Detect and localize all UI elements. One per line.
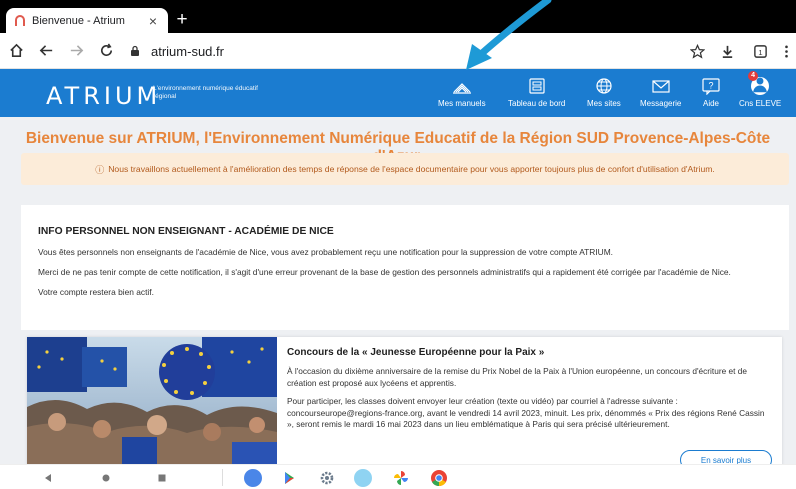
browser-menu-button[interactable] — [772, 37, 796, 65]
tab-count-icon: 1 — [753, 44, 767, 58]
android-back-button[interactable] — [40, 470, 56, 486]
news-card: Concours de la « Jeunesse Européenne pou… — [27, 337, 782, 464]
home-button[interactable] — [2, 37, 30, 65]
info-card: INFO PERSONNEL NON ENSEIGNANT - ACADÉMIE… — [21, 205, 789, 330]
atrium-logo[interactable]: ATRIUM — [46, 82, 161, 110]
address-bar[interactable]: atrium-sud.fr — [129, 39, 667, 63]
nav-label: Cns ELEVE — [739, 99, 782, 108]
tab-close-icon[interactable]: × — [146, 13, 160, 29]
android-nav-bar — [0, 464, 796, 489]
books-icon — [452, 83, 471, 94]
new-tab-button[interactable]: + — [172, 10, 192, 30]
site-header: ATRIUM L'environnement numérique éducati… — [0, 69, 796, 117]
info-paragraph: Merci de ne pas tenir compte de cette no… — [38, 267, 731, 277]
more-vert-icon — [784, 45, 788, 57]
logo-tagline: L'environnement numérique éducatif régio… — [153, 85, 258, 100]
settings-icon[interactable] — [318, 469, 336, 487]
nav-label: Mes manuels — [438, 99, 486, 108]
photos-app-icon[interactable] — [392, 469, 410, 487]
mail-icon — [652, 80, 670, 93]
read-more-label: En savoir plus — [700, 455, 752, 465]
back-triangle-icon — [45, 474, 51, 482]
pronote-app-icon[interactable] — [354, 469, 372, 487]
notice-text: Nous travaillons actuellement à l'amélio… — [108, 164, 715, 174]
play-store-icon[interactable] — [280, 469, 298, 487]
nav-messagerie[interactable]: Messagerie — [640, 77, 681, 113]
browser-tab[interactable]: Bienvenue - Atrium × — [6, 8, 168, 33]
news-body: Concours de la « Jeunesse Européenne pou… — [287, 347, 772, 438]
help-icon: ? — [702, 78, 720, 95]
tab-title: Bienvenue - Atrium — [32, 14, 125, 27]
page-content: Bienvenue sur ATRIUM, l'Environnement Nu… — [0, 117, 796, 464]
download-button[interactable] — [713, 37, 741, 65]
android-recents-button[interactable] — [154, 470, 170, 486]
nav-label: Aide — [702, 99, 719, 108]
read-more-button[interactable]: En savoir plus — [680, 450, 772, 464]
dashboard-icon — [529, 78, 545, 94]
nav-mes-sites[interactable]: Mes sites — [587, 77, 621, 113]
nav-mes-manuels[interactable]: Mes manuels — [438, 77, 486, 113]
atrium-favicon-icon — [15, 14, 25, 26]
news-title[interactable]: Concours de la « Jeunesse Européenne pou… — [287, 347, 772, 358]
avatar: 4 — [748, 71, 770, 95]
home-circle-icon — [102, 474, 110, 482]
android-home-button[interactable] — [98, 470, 114, 486]
url-text: atrium-sud.fr — [151, 43, 224, 59]
news-paragraph: À l'occasion du dixième anniversaire de … — [287, 366, 747, 388]
chrome-icon[interactable] — [430, 469, 448, 487]
reload-icon — [100, 43, 112, 57]
europe-crowd-image — [27, 337, 277, 464]
recents-square-icon — [158, 474, 166, 482]
nav-aide[interactable]: ? Aide — [701, 77, 721, 113]
nav-tableau-de-bord[interactable]: Tableau de bord — [508, 77, 565, 113]
info-paragraph: Vous êtes personnels non enseignants de … — [38, 247, 613, 257]
home-icon — [9, 43, 23, 57]
forward-arrow-icon — [70, 45, 83, 56]
nav-user-account[interactable]: 4 Cns ELEVE — [739, 71, 782, 113]
reload-button[interactable] — [92, 37, 120, 65]
forward-button[interactable] — [62, 37, 90, 65]
back-arrow-icon — [39, 45, 52, 56]
tab-switcher-button[interactable]: 1 — [746, 37, 774, 65]
divider — [222, 469, 223, 486]
globe-icon — [596, 78, 612, 94]
nav-label: Messagerie — [640, 99, 682, 108]
bookmark-button[interactable] — [683, 37, 711, 65]
nav-label: Tableau de bord — [508, 99, 566, 108]
browser-toolbar: atrium-sud.fr 1 — [0, 33, 796, 69]
svg-text:?: ? — [708, 81, 713, 91]
back-button[interactable] — [32, 37, 60, 65]
lock-icon — [131, 45, 139, 56]
files-app-icon[interactable] — [244, 469, 262, 487]
browser-tab-strip: Bienvenue - Atrium × + — [0, 0, 796, 33]
info-title: INFO PERSONNEL NON ENSEIGNANT - ACADÉMIE… — [38, 226, 334, 237]
news-paragraph: Pour participer, les classes doivent env… — [287, 396, 765, 429]
download-icon — [722, 45, 732, 58]
news-image[interactable] — [27, 337, 277, 464]
notice-banner: ⓘ Nous travaillons actuellement à l'amél… — [21, 153, 789, 185]
info-paragraph: Votre compte restera bien actif. — [38, 287, 154, 297]
svg-text:1: 1 — [758, 47, 762, 56]
nav-label: Mes sites — [587, 99, 621, 108]
star-icon — [689, 43, 705, 59]
warning-icon: ⓘ — [95, 164, 105, 175]
